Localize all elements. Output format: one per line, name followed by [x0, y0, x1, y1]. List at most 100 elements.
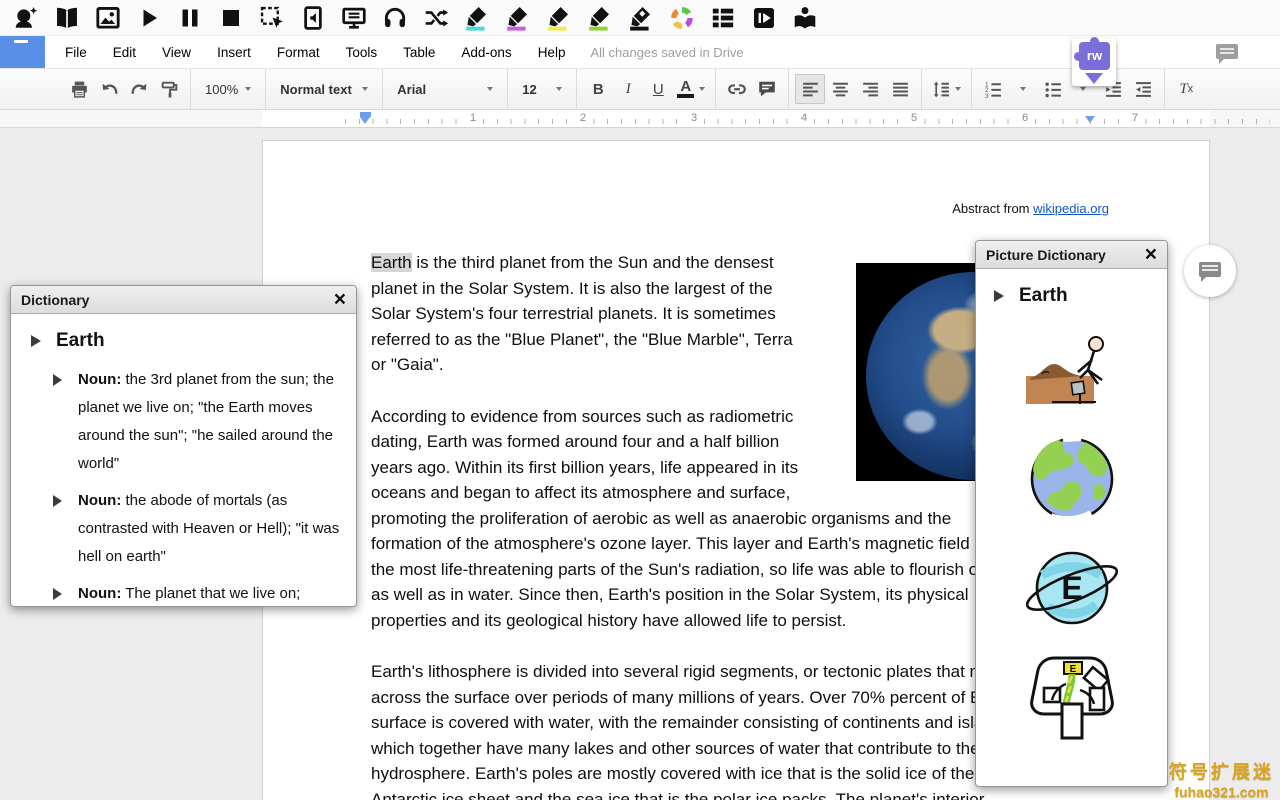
styles-select[interactable]: Normal text [272, 74, 376, 104]
prediction-icon[interactable] [12, 4, 40, 32]
font-select[interactable]: Arial [389, 74, 501, 104]
expand-arrow-icon[interactable] [53, 374, 62, 386]
picture-dictionary-panel: Picture Dictionary × Earth [975, 240, 1168, 787]
insert-comment-button[interactable] [752, 74, 782, 104]
rw-pointer [1085, 73, 1103, 84]
align-center-button[interactable] [825, 74, 855, 104]
chevron-down-icon [955, 87, 961, 91]
rw-puzzle-icon[interactable]: rw [1079, 42, 1110, 70]
dictionary-panel-titlebar[interactable]: Dictionary × [11, 286, 356, 314]
earth-wire-plug-image[interactable]: E [1020, 656, 1124, 738]
practice-reading-icon[interactable] [791, 4, 819, 32]
align-right-button[interactable] [855, 74, 885, 104]
expand-arrow-icon[interactable] [994, 290, 1004, 302]
play-icon[interactable] [135, 4, 163, 32]
clear-formatting-button[interactable]: Tx [1171, 74, 1201, 104]
headphones-icon[interactable] [381, 4, 409, 32]
menu-insert[interactable]: Insert [204, 45, 264, 60]
close-icon[interactable]: × [1145, 245, 1157, 265]
color-swatch [677, 94, 694, 98]
watermark-url: fuhao321.com [1169, 784, 1274, 800]
print-button[interactable] [64, 74, 94, 104]
picture-word-row: Earth [994, 285, 1167, 307]
bold-button[interactable]: B [583, 74, 613, 104]
highlighted-word[interactable]: Earth [371, 253, 412, 272]
font-size-select[interactable]: 12 [514, 74, 570, 104]
digging-soil-image[interactable] [1020, 329, 1124, 411]
menu-edit[interactable]: Edit [100, 45, 149, 60]
wikipedia-link[interactable]: wikipedia.org [1033, 201, 1109, 216]
bullet-list-button[interactable] [1038, 74, 1068, 104]
document-workspace: Abstract from wikipedia.org Earth is the… [0, 128, 1280, 800]
close-icon[interactable]: × [334, 290, 346, 310]
docs-home-fragment[interactable] [0, 36, 45, 68]
numbered-list-options[interactable] [1008, 74, 1038, 104]
right-indent-marker[interactable] [1085, 116, 1095, 123]
highlight-yellow-icon[interactable] [545, 4, 573, 32]
menu-tools[interactable]: Tools [333, 45, 391, 60]
dictionary-panel: Dictionary × Earth Noun: the 3rd planet … [10, 285, 357, 607]
underline-button[interactable]: U [643, 74, 673, 104]
comment-bubble-button[interactable] [1184, 245, 1236, 297]
stop-icon[interactable] [217, 4, 245, 32]
comment-line [1220, 52, 1234, 54]
link-button[interactable] [722, 74, 752, 104]
chevron-down-icon [699, 87, 705, 91]
expand-arrow-icon[interactable] [53, 588, 62, 600]
translator-icon[interactable] [422, 4, 450, 32]
menu-help[interactable]: Help [525, 45, 579, 60]
planet-e-image[interactable]: E [1020, 547, 1124, 629]
menu-format[interactable]: Format [264, 45, 333, 60]
dictionary-icon[interactable] [53, 4, 81, 32]
paint-format-button[interactable] [154, 74, 184, 104]
readwrite-toolbar [0, 0, 1280, 36]
vocabulary-list-icon[interactable] [709, 4, 737, 32]
menu-file[interactable]: File [52, 45, 100, 60]
highlight-green-icon[interactable] [586, 4, 614, 32]
ruler: 1 2 3 4 5 6 7 [0, 110, 1280, 128]
collect-highlights-icon[interactable] [668, 4, 696, 32]
rw-extension-anchor[interactable]: rw [1072, 38, 1116, 86]
menu-table[interactable]: Table [390, 45, 448, 60]
menu-items: File Edit View Insert Format Tools Table… [52, 36, 744, 68]
ruler-number: 4 [797, 112, 811, 124]
earth-globe-image[interactable] [1020, 438, 1124, 520]
comment-line [1202, 265, 1218, 267]
text-color-button[interactable]: A [673, 74, 709, 104]
increase-indent-button[interactable] [1128, 74, 1158, 104]
menu-view[interactable]: View [149, 45, 204, 60]
italic-button[interactable]: I [613, 74, 643, 104]
redo-button[interactable] [124, 74, 154, 104]
highlight-cyan-icon[interactable] [463, 4, 491, 32]
expand-arrow-icon[interactable] [31, 335, 41, 347]
chevron-down-icon [362, 87, 368, 91]
earth-image[interactable] [856, 263, 992, 481]
audio-maker-icon[interactable] [299, 4, 327, 32]
text-line[interactable]: Antarctic ice sheet and the sea ice that… [371, 787, 1209, 800]
line-spacing-button[interactable] [928, 74, 965, 104]
picture-dictionary-icon[interactable] [94, 4, 122, 32]
align-left-button[interactable] [795, 74, 825, 104]
pause-icon[interactable] [176, 4, 204, 32]
comment-line [1220, 48, 1234, 50]
numbered-list-button[interactable]: 123 [978, 74, 1008, 104]
picture-panel-titlebar[interactable]: Picture Dictionary × [976, 241, 1167, 269]
clear-highlights-icon[interactable] [627, 4, 655, 32]
chevron-down-icon [487, 87, 493, 91]
screenshot-reader-icon[interactable] [258, 4, 286, 32]
justify-button[interactable] [885, 74, 915, 104]
expand-arrow-icon[interactable] [53, 495, 62, 507]
ruler-number: 5 [907, 112, 921, 124]
menu-addons[interactable]: Add-ons [448, 45, 524, 60]
screen-masking-icon[interactable] [340, 4, 368, 32]
comment-line [1202, 269, 1218, 271]
highlight-magenta-icon[interactable] [504, 4, 532, 32]
undo-button[interactable] [94, 74, 124, 104]
watermark: 符号扩展迷 fuhao321.com [1169, 758, 1274, 800]
svg-text:3: 3 [985, 92, 989, 98]
zoom-select[interactable]: 100% [197, 74, 259, 104]
abstract-text: Abstract from [952, 201, 1029, 216]
voice-note-icon[interactable] [750, 4, 778, 32]
comments-icon[interactable] [1216, 44, 1238, 59]
svg-text:E: E [1069, 664, 1076, 675]
